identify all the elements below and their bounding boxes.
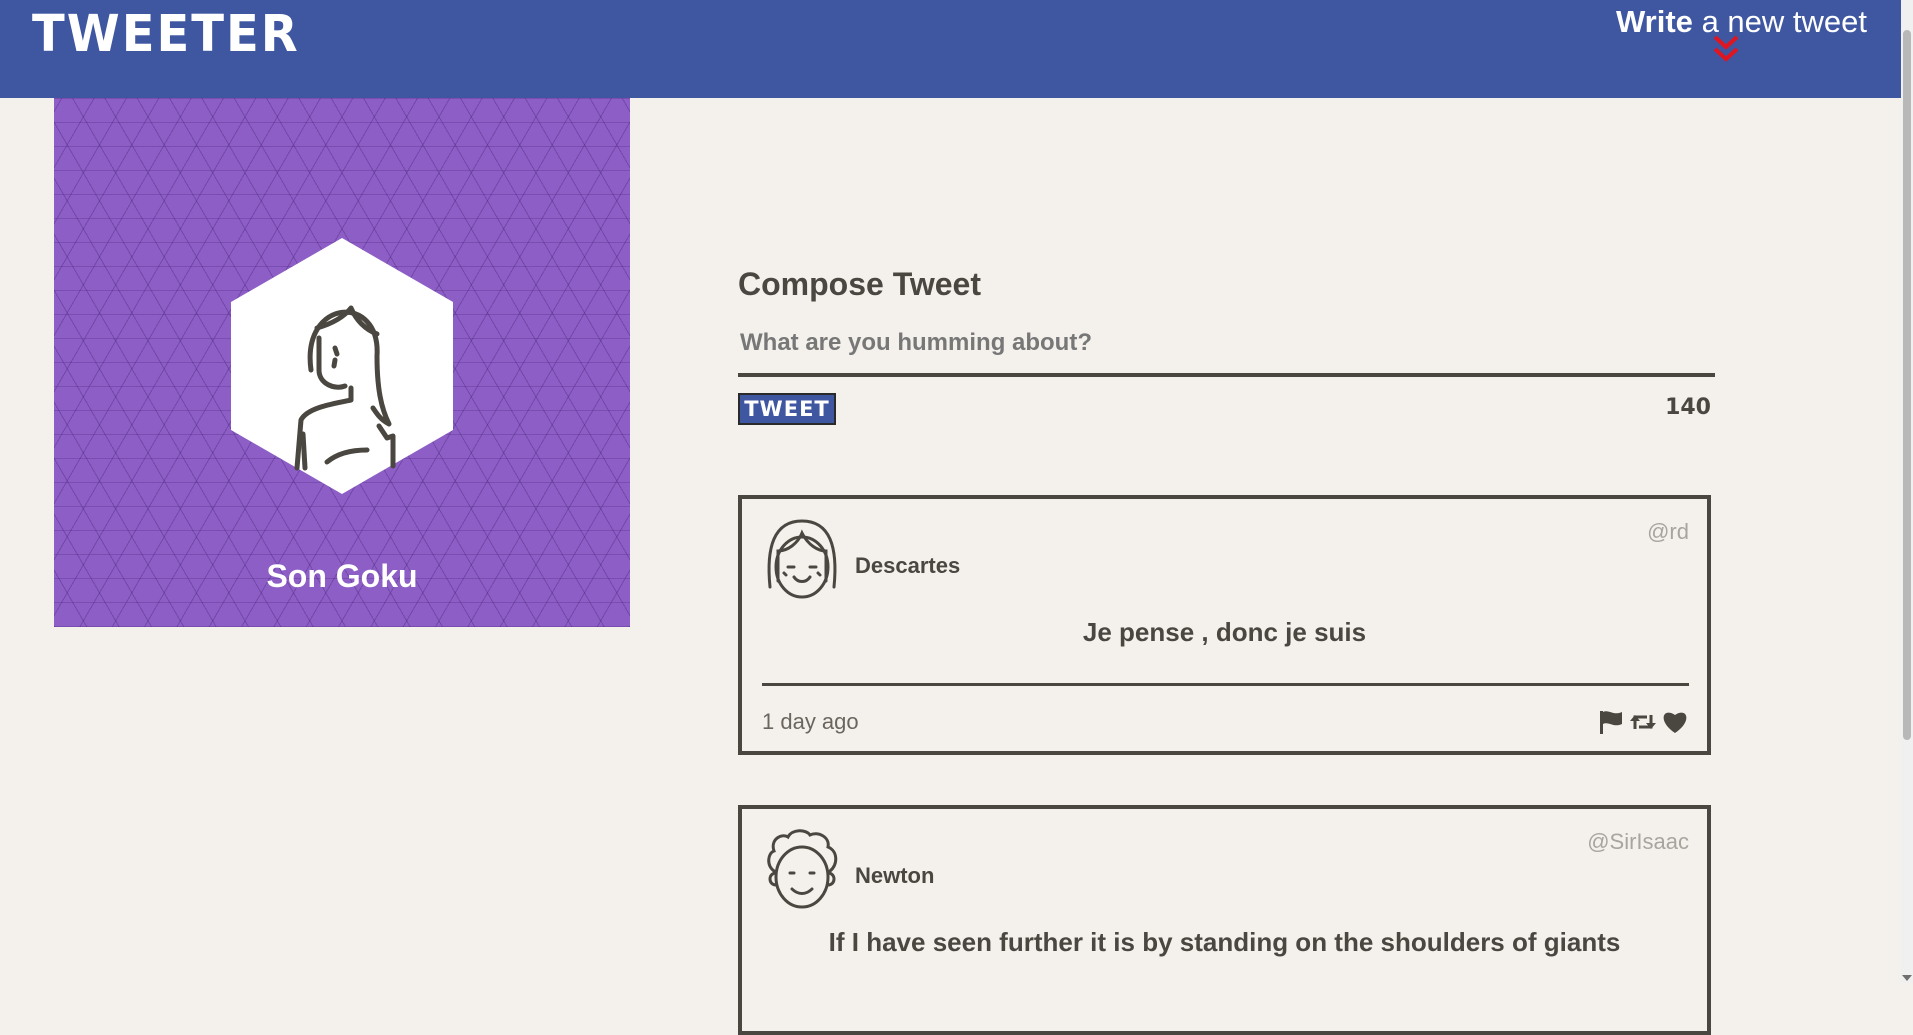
write-new-tweet-toggle[interactable]: Write a new tweet (1616, 4, 1867, 64)
profile-card: Son Goku (54, 98, 630, 627)
tweet-card: Newton @SirIsaac If I have seen further … (738, 805, 1711, 1035)
tweet-author[interactable]: Newton (855, 863, 934, 889)
retweet-icon[interactable] (1629, 709, 1657, 735)
top-navbar: TWEETER Write a new tweet (0, 0, 1901, 98)
tweet-content: Je pense , donc je suis (1082, 617, 1367, 647)
compose-footer: TWEET 140 (738, 393, 1711, 429)
compose-section: Compose Tweet TWEET 140 (738, 266, 1715, 429)
tweet-content: If I have seen further it is by standing… (828, 927, 1621, 957)
tweet-actions (1597, 709, 1689, 735)
tweet-divider (762, 683, 1689, 686)
app-logo[interactable]: TWEETER (32, 5, 300, 64)
scrollbar-thumb[interactable] (1903, 30, 1911, 740)
flag-icon[interactable] (1597, 709, 1625, 735)
vertical-scrollbar[interactable] (1901, 0, 1913, 983)
scroll-down-arrow-icon[interactable] (1902, 975, 1912, 981)
profile-avatar (231, 238, 453, 494)
profile-name: Son Goku (266, 558, 418, 594)
girl-bangs-avatar-icon (767, 519, 837, 599)
character-counter: 140 (1665, 395, 1711, 420)
tweet-author[interactable]: Descartes (855, 553, 960, 579)
tweet-card: Descartes @rd Je pense , donc je suis 1 … (738, 495, 1711, 755)
heart-icon[interactable] (1661, 709, 1689, 735)
tweet-input[interactable] (738, 321, 1715, 377)
tweet-button[interactable]: TWEET (738, 393, 836, 425)
compose-title: Compose Tweet (738, 266, 981, 302)
curly-hair-avatar-icon (767, 829, 838, 909)
tweet-handle[interactable]: @SirIsaac (1587, 829, 1689, 855)
write-label-rest: a new tweet (1701, 4, 1867, 39)
tweet-handle[interactable]: @rd (1647, 519, 1689, 545)
write-label-strong: Write (1615, 4, 1693, 39)
tweet-timestamp: 1 day ago (762, 709, 859, 734)
